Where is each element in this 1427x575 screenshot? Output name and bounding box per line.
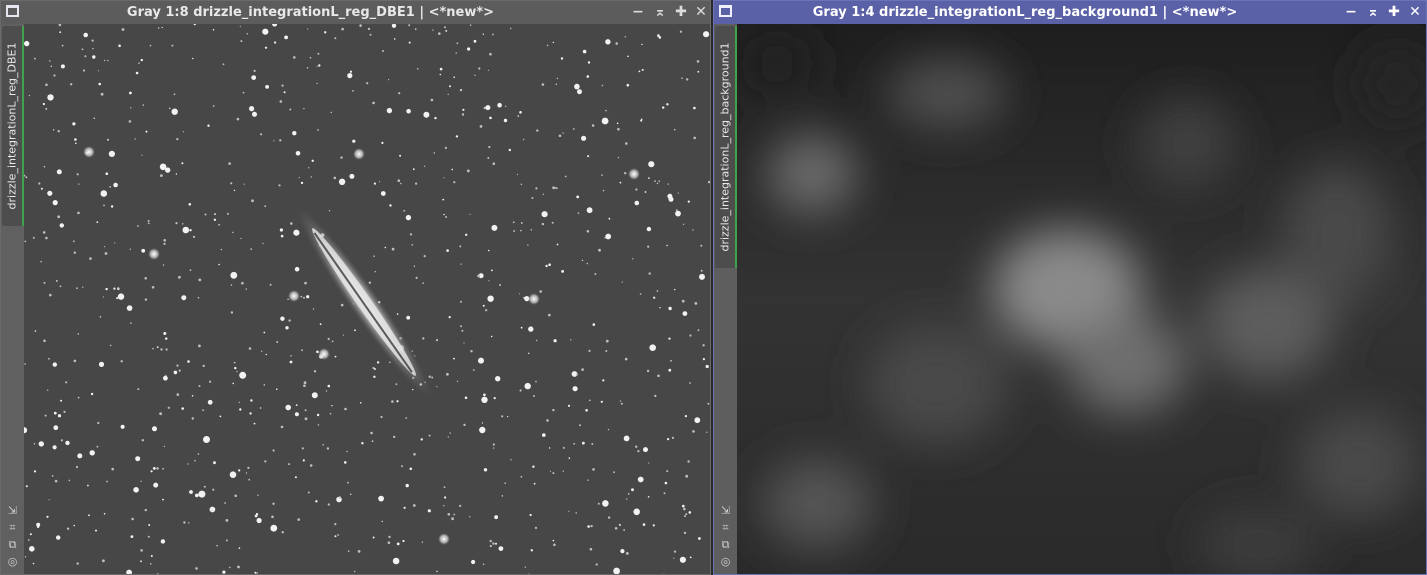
resize-icon[interactable]: ⇲ bbox=[1, 502, 24, 519]
view-identifier-tab[interactable]: drizzle_integrationL_reg_background1 bbox=[715, 26, 737, 268]
resize-icon[interactable]: ⇲ bbox=[714, 502, 737, 519]
maximize-button[interactable]: ✚ bbox=[1385, 3, 1403, 22]
view-identifier-label: drizzle_integrationL_reg_DBE1 bbox=[5, 42, 19, 210]
clone-icon[interactable]: ⧉ bbox=[714, 536, 737, 553]
maximize-button[interactable]: ✚ bbox=[672, 3, 690, 22]
view-identifier-label: drizzle_integrationL_reg_background1 bbox=[718, 42, 732, 252]
image-window-dbe1[interactable]: Gray 1:8 drizzle_integrationL_reg_DBE1 |… bbox=[0, 0, 711, 575]
window-title: Gray 1:4 drizzle_integrationL_reg_backgr… bbox=[812, 5, 1238, 20]
minimize-button[interactable]: − bbox=[1342, 3, 1360, 22]
image-viewport[interactable] bbox=[737, 24, 1426, 574]
close-button[interactable]: ✕ bbox=[692, 3, 710, 22]
shade-button[interactable]: ⌅ bbox=[1364, 3, 1382, 22]
close-button[interactable]: ✕ bbox=[1406, 3, 1424, 22]
window-title: Gray 1:8 drizzle_integrationL_reg_DBE1 |… bbox=[126, 5, 495, 20]
title-bar[interactable]: Gray 1:4 drizzle_integrationL_reg_backgr… bbox=[714, 1, 1426, 24]
title-bar[interactable]: Gray 1:8 drizzle_integrationL_reg_DBE1 |… bbox=[1, 1, 710, 24]
fit-icon[interactable]: ⌗ bbox=[714, 519, 737, 536]
background-model-image[interactable] bbox=[737, 24, 1426, 574]
view-identifier-tab[interactable]: drizzle_integrationL_reg_DBE1 bbox=[2, 26, 24, 226]
image-viewport[interactable] bbox=[24, 24, 710, 574]
identity-icon[interactable]: ◎ bbox=[1, 553, 24, 570]
star-field-image[interactable] bbox=[24, 24, 710, 574]
view-side-panel: drizzle_integrationL_reg_background1 ⇲ ⌗… bbox=[714, 24, 737, 574]
shade-button[interactable]: ⌅ bbox=[651, 3, 669, 22]
image-window-background1[interactable]: Gray 1:4 drizzle_integrationL_reg_backgr… bbox=[713, 0, 1427, 575]
identity-icon[interactable]: ◎ bbox=[714, 553, 737, 570]
clone-icon[interactable]: ⧉ bbox=[1, 536, 24, 553]
minimize-button[interactable]: − bbox=[629, 3, 647, 22]
view-side-panel: drizzle_integrationL_reg_DBE1 ⇲ ⌗ ⧉ ◎ bbox=[1, 24, 24, 574]
fit-icon[interactable]: ⌗ bbox=[1, 519, 24, 536]
